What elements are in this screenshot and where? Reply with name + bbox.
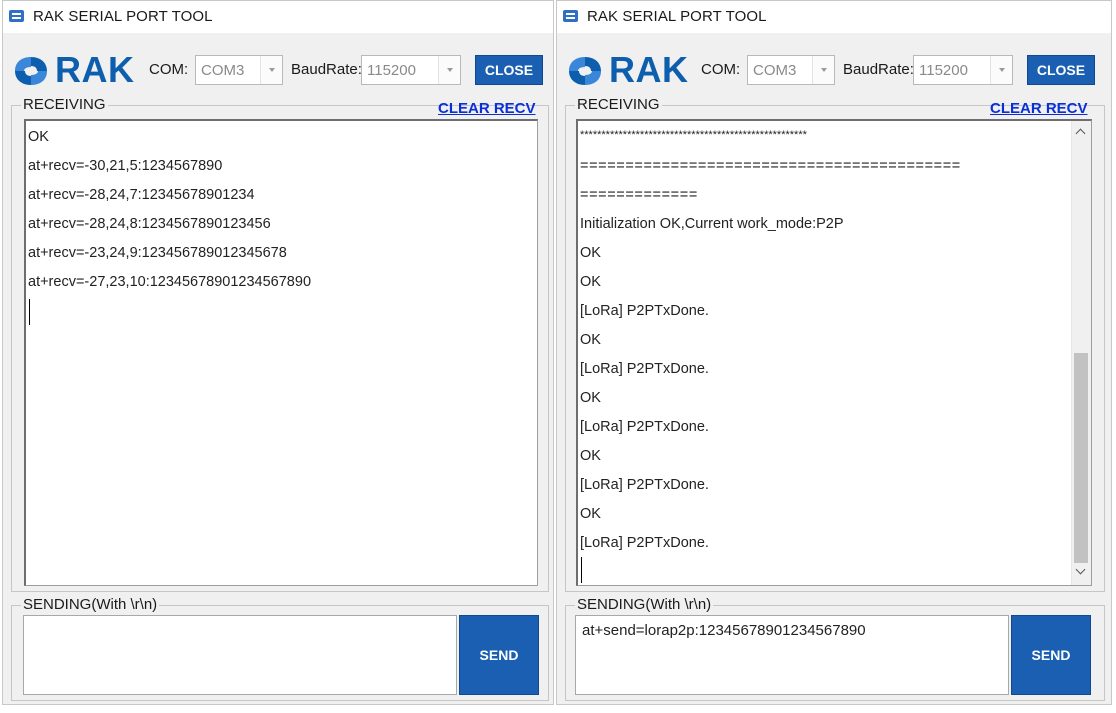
recv-line: [LoRa] P2PTxDone.: [580, 419, 709, 435]
serial-tool-window-right: RAK SERIAL PORT TOOL RAK COM: COM3 BaudR…: [556, 0, 1112, 705]
text-caret: [581, 557, 582, 583]
recv-line: at+recv=-28,24,8:1234567890123456: [28, 216, 271, 232]
rak-logo: RAK: [565, 49, 688, 91]
send-button[interactable]: SEND: [459, 615, 539, 695]
recv-line: [LoRa] P2PTxDone.: [580, 535, 709, 551]
receive-textarea[interactable]: ****************************************…: [576, 119, 1092, 586]
baudrate-label: BaudRate:: [291, 61, 362, 78]
com-port-value: COM3: [201, 62, 245, 79]
recv-line: ========================================…: [580, 158, 961, 174]
com-label: COM:: [701, 61, 741, 78]
recv-line: OK: [580, 506, 601, 522]
window-title: RAK SERIAL PORT TOOL: [587, 8, 767, 25]
baudrate-value: 115200: [919, 62, 968, 79]
sending-label: SENDING(With \r\n): [21, 596, 160, 613]
serial-port-app-icon: [563, 10, 578, 22]
send-button[interactable]: SEND: [1011, 615, 1091, 695]
recv-line: OK: [580, 245, 601, 261]
recv-line: ****************************************…: [580, 129, 807, 141]
recv-line: =============: [580, 187, 698, 203]
baudrate-label: BaudRate:: [843, 61, 914, 78]
close-port-button[interactable]: CLOSE: [475, 55, 543, 85]
receiving-label: RECEIVING: [21, 96, 108, 113]
window-title: RAK SERIAL PORT TOOL: [33, 8, 213, 25]
recv-line: Initialization OK,Current work_mode:P2P: [580, 216, 844, 232]
serial-tool-window-left: RAK SERIAL PORT TOOL RAK COM: COM3 BaudR…: [2, 0, 554, 705]
send-input[interactable]: at+send=lorap2p:12345678901234567890: [575, 615, 1009, 695]
scroll-up-arrow-icon[interactable]: [1072, 123, 1091, 143]
recv-line: at+recv=-28,24,7:12345678901234: [28, 187, 255, 203]
recv-line: OK: [580, 448, 601, 464]
recv-line: [LoRa] P2PTxDone.: [580, 477, 709, 493]
title-bar: RAK SERIAL PORT TOOL: [3, 1, 553, 33]
clear-recv-link[interactable]: CLEAR RECV: [990, 100, 1088, 117]
com-port-select[interactable]: COM3: [195, 55, 283, 85]
chevron-down-icon[interactable]: [260, 56, 282, 84]
recv-line: OK: [580, 332, 601, 348]
baudrate-value: 115200: [367, 62, 416, 79]
scroll-down-arrow-icon[interactable]: [1072, 563, 1091, 583]
recv-line: OK: [28, 129, 49, 145]
recv-line: at+recv=-23,24,9:123456789012345678: [28, 245, 287, 261]
chevron-down-icon[interactable]: [438, 56, 460, 84]
receive-scrollbar[interactable]: [1071, 121, 1091, 585]
logo-text: RAK: [55, 49, 135, 90]
com-port-select[interactable]: COM3: [747, 55, 835, 85]
logo-text: RAK: [609, 49, 689, 90]
recv-line: [LoRa] P2PTxDone.: [580, 303, 709, 319]
recv-line: OK: [580, 274, 601, 290]
title-bar: RAK SERIAL PORT TOOL: [557, 1, 1111, 33]
receive-textarea[interactable]: OK at+recv=-30,21,5:1234567890 at+recv=-…: [24, 119, 538, 586]
receiving-label: RECEIVING: [575, 96, 662, 113]
sending-label: SENDING(With \r\n): [575, 596, 714, 613]
clear-recv-link[interactable]: CLEAR RECV: [438, 100, 536, 117]
text-caret: [29, 299, 30, 325]
chevron-down-icon[interactable]: [812, 56, 834, 84]
baudrate-select[interactable]: 115200: [913, 55, 1013, 85]
recv-line: [LoRa] P2PTxDone.: [580, 361, 709, 377]
send-input-value: at+send=lorap2p:12345678901234567890: [582, 622, 866, 639]
close-port-button[interactable]: CLOSE: [1027, 55, 1095, 85]
recv-line: at+recv=-27,23,10:12345678901234567890: [28, 274, 312, 290]
recv-line: at+recv=-30,21,5:1234567890: [28, 158, 223, 174]
send-input[interactable]: [23, 615, 457, 695]
serial-port-app-icon: [9, 10, 24, 22]
com-label: COM:: [149, 61, 189, 78]
baudrate-select[interactable]: 115200: [361, 55, 461, 85]
rak-logo-mark-icon: [569, 57, 601, 85]
chevron-down-icon[interactable]: [990, 56, 1012, 84]
rak-logo: RAK: [11, 49, 134, 91]
scrollbar-thumb[interactable]: [1074, 353, 1088, 563]
rak-logo-mark-icon: [15, 57, 47, 85]
recv-line: OK: [580, 390, 601, 406]
com-port-value: COM3: [753, 62, 797, 79]
